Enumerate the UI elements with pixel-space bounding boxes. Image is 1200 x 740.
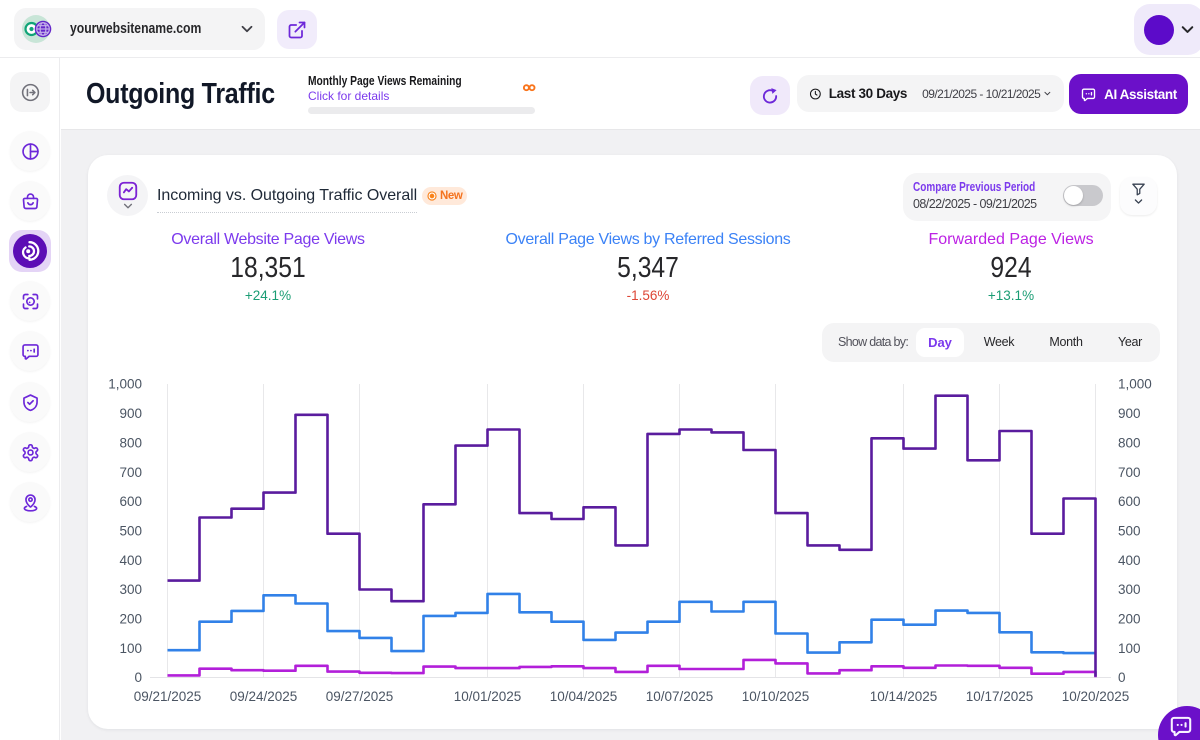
svg-text:200: 200 bbox=[119, 612, 142, 627]
svg-text:500: 500 bbox=[1118, 524, 1141, 539]
svg-text:10/07/2025: 10/07/2025 bbox=[646, 689, 714, 704]
svg-text:0: 0 bbox=[1118, 670, 1126, 685]
svg-text:500: 500 bbox=[119, 524, 142, 539]
svg-text:100: 100 bbox=[1118, 641, 1141, 656]
svg-text:10/10/2025: 10/10/2025 bbox=[742, 689, 810, 704]
svg-text:10/04/2025: 10/04/2025 bbox=[550, 689, 618, 704]
svg-text:400: 400 bbox=[119, 553, 142, 568]
svg-text:09/21/2025: 09/21/2025 bbox=[134, 689, 202, 704]
svg-text:10/14/2025: 10/14/2025 bbox=[870, 689, 938, 704]
svg-text:0: 0 bbox=[134, 670, 142, 685]
svg-text:09/24/2025: 09/24/2025 bbox=[230, 689, 298, 704]
svg-text:600: 600 bbox=[119, 494, 142, 509]
svg-text:200: 200 bbox=[1118, 612, 1141, 627]
svg-text:300: 300 bbox=[119, 582, 142, 597]
svg-text:800: 800 bbox=[119, 435, 142, 450]
svg-text:600: 600 bbox=[1118, 494, 1141, 509]
svg-text:900: 900 bbox=[1118, 406, 1141, 421]
svg-text:700: 700 bbox=[1118, 465, 1141, 480]
svg-text:900: 900 bbox=[119, 406, 142, 421]
svg-text:400: 400 bbox=[1118, 553, 1141, 568]
svg-text:1,000: 1,000 bbox=[1118, 377, 1152, 392]
svg-text:10/17/2025: 10/17/2025 bbox=[966, 689, 1034, 704]
svg-text:300: 300 bbox=[1118, 582, 1141, 597]
svg-text:100: 100 bbox=[119, 641, 142, 656]
svg-text:1,000: 1,000 bbox=[108, 377, 142, 392]
svg-text:09/27/2025: 09/27/2025 bbox=[326, 689, 394, 704]
svg-text:10/20/2025: 10/20/2025 bbox=[1062, 689, 1130, 704]
svg-text:800: 800 bbox=[1118, 435, 1141, 450]
svg-text:700: 700 bbox=[119, 465, 142, 480]
svg-text:10/01/2025: 10/01/2025 bbox=[454, 689, 522, 704]
